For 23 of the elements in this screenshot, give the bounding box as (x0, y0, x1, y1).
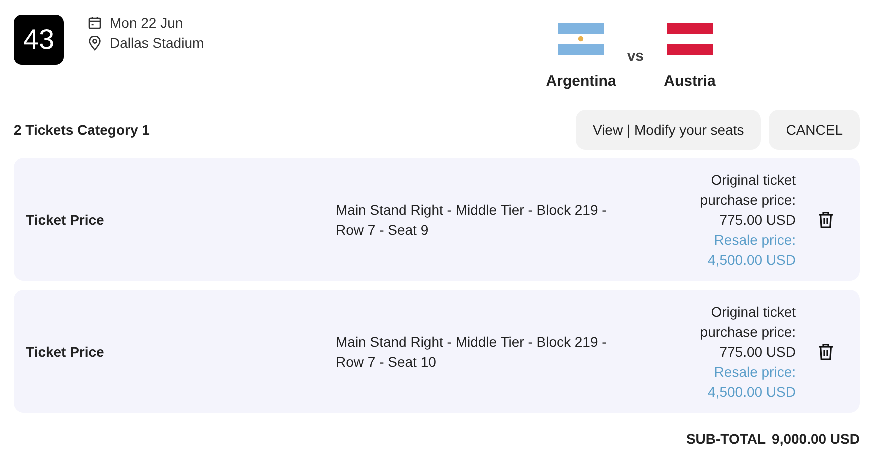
venue-name: Dallas Stadium (110, 35, 204, 51)
resale-price: Resale price: 4,500.00 USD (707, 362, 796, 402)
delete-icon[interactable] (818, 342, 834, 360)
delete-icon[interactable] (818, 210, 834, 228)
versus-label: vs (627, 48, 644, 65)
location-pin-icon (88, 36, 102, 50)
match-number-badge: 43 (14, 15, 64, 65)
subtotal-label: SUB-TOTAL (686, 431, 766, 447)
ticket-label: Ticket Price (26, 212, 106, 228)
modify-seats-button[interactable]: View | Modify your seats (576, 110, 762, 150)
subtotal-value: 9,000.00 USD (772, 431, 860, 447)
tickets-heading: 2 Tickets Category 1 (14, 122, 150, 138)
ticket-label: Ticket Price (26, 344, 106, 360)
resale-price: Resale price: 4,500.00 USD (707, 230, 796, 270)
original-price: Original ticket purchase price: 775.00 USD (699, 170, 796, 230)
seat-description: Main Stand Right - Middle Tier - Block 219 - Row 7 - Seat 9 (336, 200, 608, 240)
seat-description: Main Stand Right - Middle Tier - Block 219 - Row 7 - Seat 10 (336, 332, 608, 372)
original-price: Original ticket purchase price: 775.00 USD (699, 302, 796, 362)
cancel-button[interactable]: CANCEL (769, 110, 860, 150)
match-date: Mon 22 Jun (110, 15, 184, 31)
team-name: Austria (664, 73, 716, 90)
calendar-icon (88, 16, 102, 30)
team-name: Argentina (546, 73, 616, 90)
